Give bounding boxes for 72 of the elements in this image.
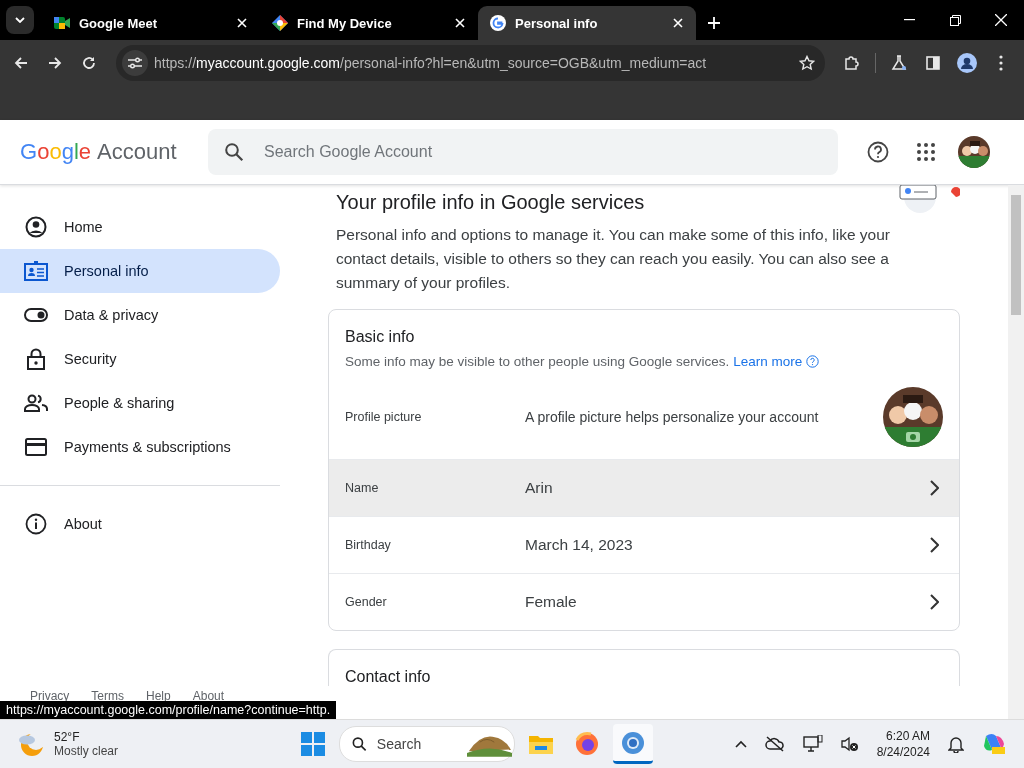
temperature: 52°F — [54, 730, 81, 744]
info-row[interactable]: Birthday March 14, 2023 — [329, 516, 959, 573]
row-value: March 14, 2023 — [525, 536, 634, 554]
site-settings-icon[interactable] — [122, 50, 148, 76]
clock-date[interactable]: 8/24/2024 — [876, 745, 930, 759]
id-card-icon — [24, 261, 48, 281]
row-label: Birthday — [345, 538, 392, 552]
moon-cloud-icon — [18, 731, 44, 757]
search-field[interactable]: Search Google Account — [262, 142, 822, 162]
diamond-icon — [272, 15, 288, 31]
intro-text: Personal info and options to manage it. You can make some of this info, like your contact details, visible to others so they can reach you easily. You can also see a summary of your profiles. — [336, 225, 892, 293]
sidebar-item[interactable]: About — [0, 502, 280, 546]
tab-title: Personal info — [515, 15, 599, 31]
page-heading: Your profile info in Google services — [336, 191, 645, 214]
google-account-logo[interactable]: Google Account — [0, 139, 200, 165]
tab-title: Google Meet — [79, 15, 158, 31]
card-title: Basic info — [345, 328, 416, 346]
row-value: A profile picture helps personalize your account — [525, 409, 820, 425]
learn-more-link[interactable]: Learn more — [733, 354, 803, 369]
toggle-icon — [24, 308, 48, 322]
help-icon — [806, 355, 820, 368]
search-icon — [352, 736, 367, 752]
row-label: Name — [345, 481, 380, 495]
row-label: Gender — [345, 595, 388, 609]
address-bar[interactable]: https://myaccount.google.com/personal-info?hl=en&utm_source=OGB&utm_medium=act — [116, 45, 825, 81]
sidebar-item[interactable]: Data & privacy — [0, 293, 280, 337]
status-url: https://myaccount.google.com/profile/name?continue=http. — [0, 701, 337, 719]
chevron-right-icon — [929, 480, 939, 496]
browser-tab[interactable]: Personal info — [478, 6, 696, 40]
chrome-icon[interactable] — [613, 724, 654, 764]
row-value: Arin — [525, 479, 554, 497]
info-icon — [24, 513, 48, 535]
profile-picture-row[interactable]: Profile picture A profile picture helps personalize your account — [329, 375, 959, 459]
row-label: Profile picture — [345, 410, 423, 424]
footer-link[interactable]: Privacy — [30, 689, 70, 703]
weather-condition: Mostly clear — [54, 744, 118, 758]
footer-link[interactable]: Help — [146, 689, 171, 703]
chevron-right-icon — [929, 594, 939, 610]
new-tab-icon[interactable] — [708, 17, 720, 29]
caret-icon — [15, 17, 25, 23]
tab-title: Find My Device — [297, 15, 393, 31]
credit-card-icon — [24, 438, 48, 456]
star-icon[interactable] — [799, 55, 815, 71]
clock-time[interactable]: 6:20 AM — [886, 729, 930, 743]
sidebar-item[interactable]: Home — [0, 205, 280, 249]
footer-link[interactable]: About — [192, 689, 225, 703]
info-row[interactable]: Gender Female — [329, 573, 959, 630]
row-value: Female — [525, 593, 578, 611]
scrollbar[interactable] — [1008, 185, 1024, 719]
chevron-right-icon — [929, 537, 939, 553]
video-camera-icon — [54, 16, 70, 30]
search-bar[interactable]: Search Google Account — [208, 129, 838, 175]
card-title: Contact info — [345, 668, 432, 686]
profile-card-drawing — [896, 185, 960, 215]
sidebar-item[interactable]: Security — [0, 337, 280, 381]
taskbar-search-bar[interactable]: Search — [339, 726, 516, 762]
footer-link[interactable]: Terms — [91, 689, 124, 703]
browser-tab[interactable]: Find My Device — [260, 6, 478, 40]
tab-search-button[interactable] — [6, 6, 34, 34]
card-subtitle: Some info may be visible to other people using Google services. — [345, 354, 730, 369]
browser-tab[interactable]: Google Meet — [42, 6, 260, 40]
sidebar-item[interactable]: Payments & subscriptions — [0, 425, 280, 469]
sidebar-item[interactable]: People & sharing — [0, 381, 280, 425]
taskbar-search-field[interactable]: Search — [374, 735, 459, 753]
search-icon — [224, 142, 244, 162]
url-text: https://myaccount.google.com/personal-info?hl=en&utm_source=OGB&utm_medium=act — [154, 55, 708, 71]
google-g-icon — [490, 15, 506, 31]
people-icon — [24, 394, 48, 412]
lock-icon — [24, 348, 48, 370]
account-circle-icon — [24, 216, 48, 238]
sidebar-item[interactable]: Personal info — [0, 249, 280, 293]
info-row[interactable]: Name Arin — [329, 459, 959, 516]
